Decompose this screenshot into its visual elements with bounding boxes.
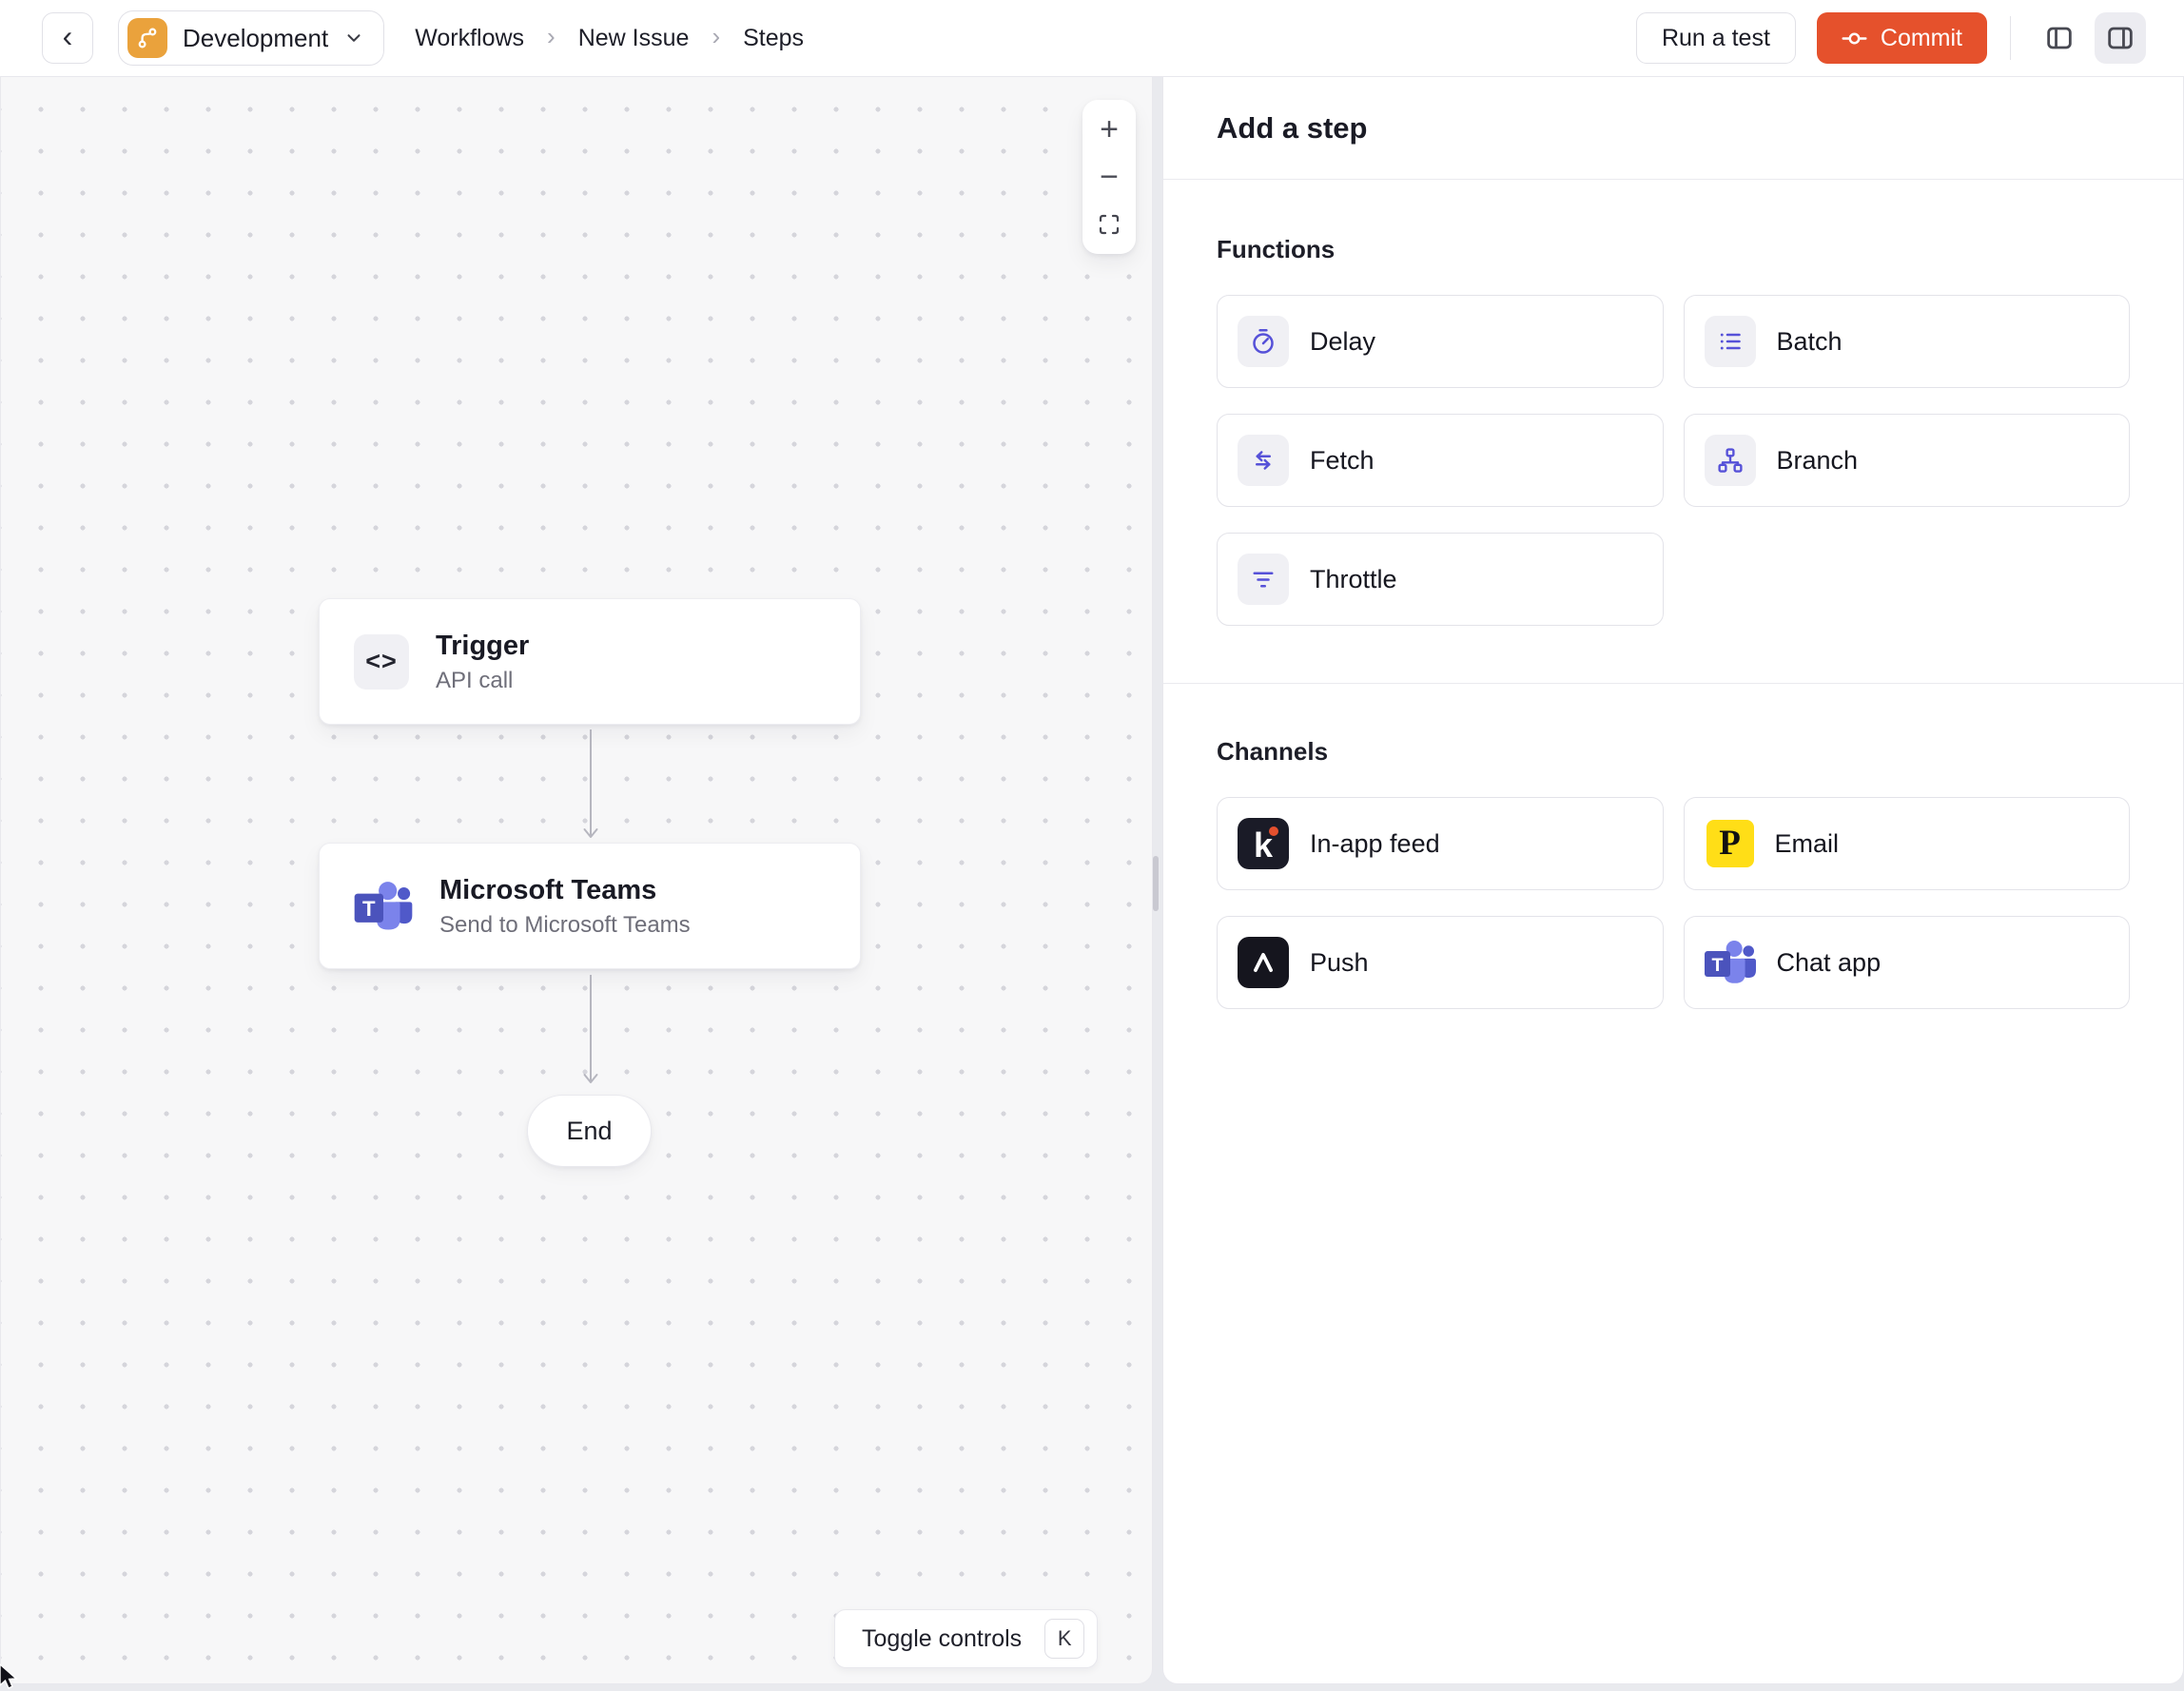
svg-text:T: T	[1711, 955, 1723, 976]
step-card-delay[interactable]: Delay	[1217, 295, 1664, 388]
throttle-lines-icon	[1238, 554, 1289, 605]
sidebar-left-icon	[2047, 27, 2072, 49]
trigger-node-subtitle: API call	[436, 668, 514, 694]
fetch-arrows-icon	[1238, 435, 1289, 486]
toggle-controls-label: Toggle controls	[862, 1624, 1023, 1652]
zoom-controls: + −	[1082, 100, 1136, 254]
teams-node-subtitle: Send to Microsoft Teams	[439, 912, 691, 939]
header-divider	[2010, 16, 2011, 60]
top-bar: ‹ Development Workflows › New Issue › St…	[0, 0, 2184, 77]
batch-list-icon	[1704, 316, 1756, 367]
keyboard-shortcut-badge: K	[1044, 1619, 1085, 1659]
functions-section-label: Functions	[1217, 235, 1336, 263]
environment-label: Development	[183, 23, 329, 52]
step-card-label: Push	[1310, 947, 1369, 977]
microsoft-teams-node[interactable]: T Microsoft Teams Send to Microsoft Team…	[319, 843, 861, 969]
panel-resize-handle[interactable]	[1153, 856, 1159, 911]
fit-view-icon	[1099, 214, 1120, 235]
toggle-right-panel-button[interactable]	[2095, 12, 2146, 64]
step-card-throttle[interactable]: Throttle	[1217, 533, 1664, 626]
step-card-label: Batch	[1776, 326, 1843, 356]
section-divider	[1163, 683, 2183, 684]
postmark-logo-icon: P	[1706, 820, 1754, 867]
mouse-cursor-icon	[0, 1663, 18, 1689]
breadcrumb: Workflows › New Issue › Steps	[415, 22, 804, 54]
breadcrumb-workflows[interactable]: Workflows	[415, 25, 524, 52]
chevron-down-icon	[347, 34, 361, 42]
breadcrumb-separator-icon: ›	[547, 22, 556, 50]
expo-logo-icon	[1238, 937, 1289, 988]
end-node[interactable]: End	[527, 1095, 652, 1167]
sidebar-right-icon	[2108, 27, 2133, 49]
breadcrumb-separator-icon: ›	[712, 22, 721, 50]
step-card-label: In-app feed	[1310, 828, 1440, 858]
knock-dot	[1269, 826, 1278, 836]
breadcrumb-new-issue[interactable]: New Issue	[578, 25, 690, 52]
panel-title: Add a step	[1163, 77, 2183, 180]
teams-node-title: Microsoft Teams	[439, 874, 657, 905]
postmark-letter: P	[1719, 823, 1741, 863]
add-step-panel: Add a step Functions Delay Batch Fetch B…	[1162, 77, 2184, 1684]
git-branch-icon	[127, 18, 167, 58]
microsoft-teams-logo-icon: T	[1704, 937, 1756, 988]
step-card-fetch[interactable]: Fetch	[1217, 414, 1664, 507]
channels-section-label: Channels	[1217, 737, 1329, 766]
end-node-label: End	[566, 1116, 613, 1145]
zoom-out-button[interactable]: −	[1082, 153, 1136, 201]
branch-tree-icon	[1704, 435, 1756, 486]
knock-logo-icon: k	[1238, 818, 1289, 869]
step-card-branch[interactable]: Branch	[1683, 414, 2130, 507]
step-card-label: Throttle	[1310, 564, 1397, 593]
commit-label: Commit	[1880, 24, 1962, 51]
step-card-push[interactable]: Push	[1217, 916, 1664, 1009]
code-glyph: <>	[365, 647, 398, 675]
step-card-email[interactable]: P Email	[1683, 797, 2130, 890]
step-card-label: Fetch	[1310, 445, 1375, 475]
toggle-controls-button[interactable]: Toggle controls K	[834, 1609, 1099, 1668]
run-a-test-button[interactable]: Run a test	[1635, 12, 1796, 64]
trigger-node[interactable]: <> Trigger API call	[319, 598, 861, 725]
toggle-left-panel-button[interactable]	[2034, 12, 2085, 64]
fit-view-button[interactable]	[1082, 201, 1136, 248]
step-card-label: Email	[1774, 828, 1840, 858]
code-icon: <>	[354, 633, 409, 690]
step-card-batch[interactable]: Batch	[1683, 295, 2130, 388]
step-card-chat-app[interactable]: T Chat app	[1683, 916, 2130, 1009]
edge-teams-to-end	[583, 975, 598, 1083]
step-card-in-app-feed[interactable]: k In-app feed	[1217, 797, 1664, 890]
trigger-node-title: Trigger	[436, 630, 530, 661]
delay-stopwatch-icon	[1238, 316, 1289, 367]
functions-grid: Delay Batch Fetch Branch Throttle	[1217, 295, 2130, 626]
svg-text:T: T	[362, 896, 376, 920]
step-card-label: Chat app	[1776, 947, 1882, 977]
step-card-label: Delay	[1310, 326, 1376, 356]
commit-button[interactable]: Commit	[1816, 12, 1987, 64]
step-card-label: Branch	[1776, 445, 1859, 475]
breadcrumb-steps[interactable]: Steps	[743, 25, 804, 52]
workflow-canvas[interactable]: + − <> Trigger API call T Microsoft Team…	[0, 77, 1153, 1684]
zoom-in-button[interactable]: +	[1082, 106, 1136, 153]
back-button[interactable]: ‹	[42, 12, 93, 64]
microsoft-teams-icon: T	[354, 881, 413, 929]
channels-grid: k In-app feed P Email Push T Chat app	[1217, 797, 2130, 1009]
environment-switcher[interactable]: Development	[118, 10, 385, 66]
edge-trigger-to-teams	[583, 729, 598, 838]
commit-icon	[1842, 32, 1867, 44]
